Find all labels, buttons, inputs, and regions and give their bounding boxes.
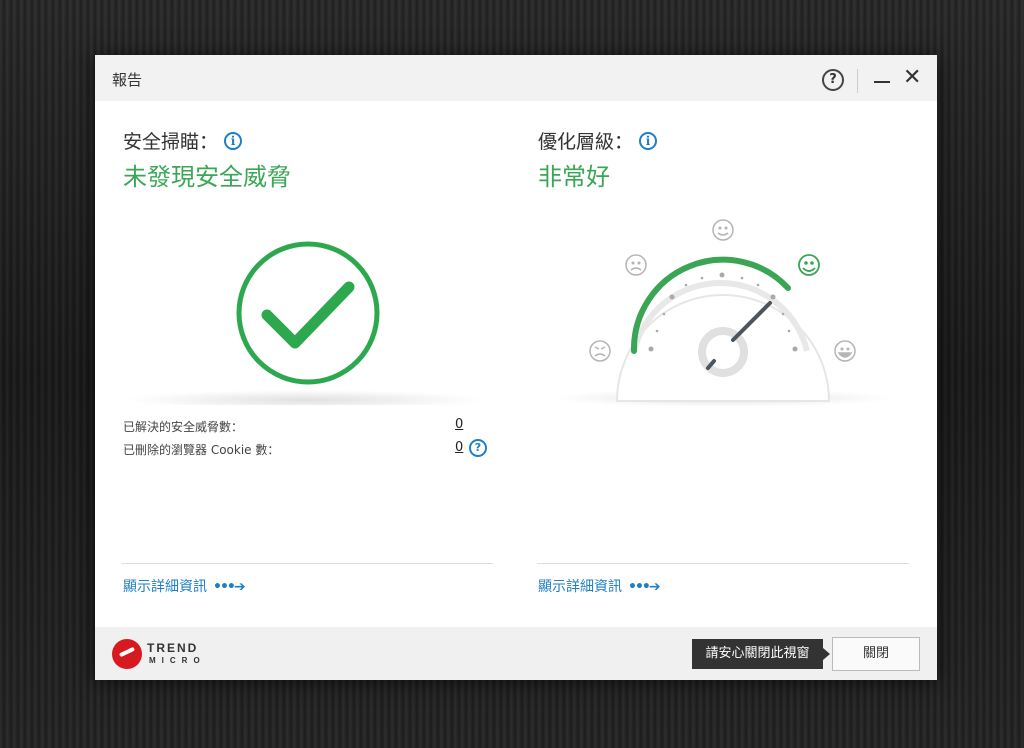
close-icon[interactable]: ✕ — [903, 67, 923, 89]
title-bar: 報告 ? ✕ — [95, 55, 937, 101]
checkmark-icon — [261, 281, 355, 349]
info-icon[interactable]: i — [224, 132, 243, 150]
safe-close-tooltip: 請安心關閉此視窗 — [692, 639, 830, 669]
minimize-icon[interactable] — [874, 67, 890, 89]
resolved-threats-label: 已解決的安全威脅數： — [123, 420, 244, 434]
logo-wordmark: TREND — [147, 641, 199, 655]
trend-micro-logo — [112, 639, 142, 669]
neutral-face-icon — [625, 254, 647, 276]
security-details-label: 顯示詳細資訊 — [123, 579, 207, 595]
help-icon[interactable]: ? — [822, 69, 844, 91]
deleted-cookies-label: 已刪除的瀏覽器 Cookie 數： — [123, 443, 280, 457]
logo-submark: MICRO — [149, 656, 206, 665]
window-title: 報告 — [112, 71, 143, 89]
happy-face-icon — [798, 254, 820, 276]
titlebar-separator — [857, 69, 858, 93]
arrow-right-icon: •••➔ — [628, 579, 661, 595]
smiley-icon — [712, 219, 734, 241]
left-divider — [122, 563, 493, 564]
info-icon[interactable]: i — [639, 132, 658, 150]
optimization-title: 優化層級： i — [538, 127, 658, 154]
security-details-link[interactable]: 顯示詳細資訊 •••➔ — [123, 576, 246, 596]
optimization-details-label: 顯示詳細資訊 — [538, 579, 622, 595]
close-button[interactable]: 關閉 — [832, 637, 920, 671]
gauge-icon — [555, 219, 893, 407]
resolved-threats-value[interactable]: 0 — [455, 417, 463, 432]
shadow — [125, 390, 485, 405]
security-scan-label: 安全掃瞄： — [123, 131, 219, 153]
cookie-help-icon[interactable]: ? — [469, 439, 487, 457]
footer: TREND MICRO 請安心關閉此視窗 關閉 — [95, 627, 937, 680]
optimization-label: 優化層級： — [538, 131, 634, 153]
right-divider — [537, 563, 909, 564]
very-happy-face-icon — [834, 340, 856, 362]
arrow-right-icon: •••➔ — [213, 579, 246, 595]
checkmark-graphic — [125, 241, 485, 405]
report-window: 報告 ? ✕ 安全掃瞄： i 未發現安全威脅 已解決的安全威脅數： 0 已刪除的瀏… — [95, 55, 937, 680]
check-circle — [236, 241, 380, 385]
deleted-cookies-value[interactable]: 0 — [455, 440, 463, 455]
angry-face-icon — [589, 340, 611, 362]
security-scan-status: 未發現安全威脅 — [123, 163, 291, 191]
optimization-details-link[interactable]: 顯示詳細資訊 •••➔ — [538, 576, 661, 596]
optimization-status: 非常好 — [538, 163, 610, 191]
security-scan-title: 安全掃瞄： i — [123, 127, 243, 154]
